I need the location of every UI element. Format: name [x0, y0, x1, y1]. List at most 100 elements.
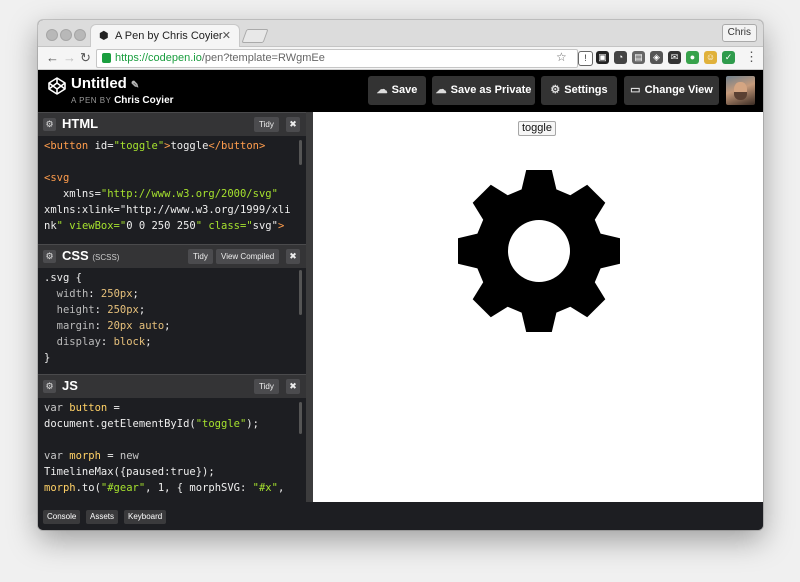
js-code-line: morph.to("#gear", 1, { morphSVG: "#x", — [44, 482, 285, 494]
html-scrollbar[interactable] — [299, 140, 302, 165]
extension-icon-8[interactable]: ✓ — [722, 51, 735, 64]
css-code-line: display: block; — [56, 336, 152, 348]
css-tidy-button[interactable]: Tidy — [188, 249, 213, 264]
js-code-editor[interactable]: var button = document.getElementById("tog… — [44, 400, 284, 500]
maximize-window-dot[interactable] — [74, 29, 86, 41]
css-code-line: margin: 20px auto; — [56, 320, 171, 332]
js-settings-gear-icon[interactable]: ⚙ — [43, 380, 56, 393]
js-close-icon[interactable]: ✖ — [286, 379, 300, 394]
html-code-line: <svg — [44, 172, 70, 184]
settings-button[interactable]: ⚙ Settings — [541, 76, 617, 105]
css-settings-gear-icon[interactable]: ⚙ — [43, 250, 56, 263]
js-editor-header: ⚙ JS Tidy ✖ — [38, 374, 306, 398]
codepen-logo-icon[interactable] — [47, 76, 67, 96]
change-view-label: Change View — [644, 84, 713, 96]
extension-icon-3[interactable]: ▤ — [632, 51, 645, 64]
reload-icon[interactable]: ↻ — [80, 50, 91, 66]
keyboard-button[interactable]: Keyboard — [124, 510, 167, 524]
css-code-editor[interactable]: .svg { width: 250px; height: 250px; marg… — [44, 270, 171, 370]
css-title-text: CSS — [62, 248, 89, 263]
extension-icon-6[interactable]: ● — [686, 51, 699, 64]
css-code-line: width: 250px; — [56, 288, 139, 300]
html-code-line: xmlns="http://www.w3.org/2000/svg" — [44, 188, 278, 200]
js-scrollbar[interactable] — [299, 402, 302, 434]
profile-button[interactable]: Chris — [721, 24, 757, 42]
css-close-icon[interactable]: ✖ — [286, 249, 300, 264]
minimize-window-dot[interactable] — [60, 29, 72, 41]
js-tidy-button[interactable]: Tidy — [254, 379, 279, 394]
cloud-icon: ☁ — [376, 84, 388, 96]
address-bar[interactable]: https://codepen.io/pen?template=RWgmEe — [96, 49, 578, 68]
console-button[interactable]: Console — [43, 510, 81, 524]
editor-preview-splitter[interactable] — [306, 112, 313, 502]
bookmark-star-icon[interactable]: ☆ — [556, 50, 567, 64]
save-private-button[interactable]: ☁ Save as Private — [432, 76, 535, 105]
js-code-line: document.getElementById("toggle"); — [44, 418, 259, 430]
css-code-line: .svg { — [44, 272, 82, 284]
pen-title-text: Untitled — [71, 75, 127, 92]
tab-strip: ⬢ A Pen by Chris Coyier ✕ Chris — [38, 20, 763, 47]
css-editor-header: ⚙ CSS (SCSS) Tidy View Compiled ✖ — [38, 244, 306, 268]
editor-column: ⚙ HTML Tidy ✖ <button id="toggle">toggle… — [38, 112, 306, 502]
author-name[interactable]: Chris Coyier — [114, 95, 173, 106]
info-extension-icon[interactable]: ! — [578, 51, 593, 66]
extension-icon-4[interactable]: ◈ — [650, 51, 663, 64]
menu-icon[interactable]: ⋮ — [745, 49, 758, 65]
html-code-line: nk" viewBox="0 0 250 250" class="svg"> — [44, 220, 285, 232]
css-code-line: height: 250px; — [56, 304, 146, 316]
secure-lock-icon — [102, 53, 111, 63]
save-button[interactable]: ☁ Save — [368, 76, 426, 105]
back-arrow-icon[interactable]: ← — [46, 50, 59, 65]
css-preprocessor-label: (SCSS) — [92, 253, 120, 262]
codepen-header: Untitled ✎ A PEN BY Chris Coyier ☁ Save ☁ S… — [38, 70, 763, 112]
byline-prefix: A PEN BY — [71, 96, 112, 105]
save-private-label: Save as Private — [450, 84, 532, 96]
pen-byline: A PEN BY Chris Coyier — [71, 95, 174, 106]
codepen-favicon-icon: ⬢ — [99, 30, 109, 42]
view-compiled-button[interactable]: View Compiled — [216, 249, 280, 264]
layout-icon: ▭ — [630, 84, 641, 96]
result-preview: toggle — [313, 112, 763, 502]
change-view-button[interactable]: ▭ Change View — [624, 76, 719, 105]
url-text: https://codepen.io/pen?template=RWgmEe — [115, 50, 325, 67]
url-path: /pen?template=RWgmEe — [201, 52, 325, 64]
assets-button[interactable]: Assets — [86, 510, 119, 524]
html-code-line: <button id="toggle">toggle</button> — [44, 140, 266, 152]
url-host: https://codepen.io — [115, 52, 202, 64]
new-tab-button[interactable] — [241, 29, 269, 43]
js-editor-title: JS — [62, 378, 78, 393]
extension-icon-1[interactable]: ▣ — [596, 51, 609, 64]
html-tidy-button[interactable]: Tidy — [254, 117, 279, 132]
js-code-line: var button = — [44, 402, 120, 414]
css-scrollbar[interactable] — [299, 270, 302, 315]
forward-arrow-icon[interactable]: → — [63, 50, 76, 65]
html-close-icon[interactable]: ✖ — [286, 117, 300, 132]
css-editor-title: CSS (SCSS) — [62, 248, 119, 263]
html-settings-gear-icon[interactable]: ⚙ — [43, 118, 56, 131]
tab-title: A Pen by Chris Coyier — [115, 30, 223, 42]
extension-icon-2[interactable]: ◔ — [614, 51, 627, 64]
close-window-dot[interactable] — [46, 29, 58, 41]
html-code-editor[interactable]: <button id="toggle">toggle</button> <svg… — [44, 138, 291, 242]
html-editor-header: ⚙ HTML Tidy ✖ — [38, 112, 306, 136]
cloud-icon: ☁ — [435, 84, 447, 96]
gear-hole — [508, 220, 570, 282]
pen-title[interactable]: Untitled ✎ — [71, 75, 139, 92]
avatar[interactable] — [726, 76, 755, 105]
gear-icon: ⚙ — [550, 84, 561, 96]
browser-tab[interactable]: ⬢ A Pen by Chris Coyier ✕ — [90, 24, 240, 47]
extension-icon-7[interactable]: ☺ — [704, 51, 717, 64]
avatar-beard — [734, 92, 747, 100]
edit-pencil-icon[interactable]: ✎ — [131, 80, 139, 91]
save-label: Save — [391, 84, 418, 96]
browser-window: ⬢ A Pen by Chris Coyier ✕ Chris ← → ↻ ht… — [38, 20, 763, 530]
close-tab-icon[interactable]: ✕ — [222, 29, 231, 42]
js-code-line: var morph = new — [44, 450, 139, 462]
js-code-line — [44, 432, 284, 448]
js-code-line: TimelineMax({paused:true}); — [44, 466, 215, 478]
html-code-line — [44, 154, 291, 170]
toggle-button[interactable]: toggle — [518, 121, 556, 136]
extension-icon-5[interactable]: ✉ — [668, 51, 681, 64]
html-code-line: xmlns:xlink="http://www.w3.org/1999/xli — [44, 204, 291, 216]
settings-label: Settings — [564, 84, 608, 96]
